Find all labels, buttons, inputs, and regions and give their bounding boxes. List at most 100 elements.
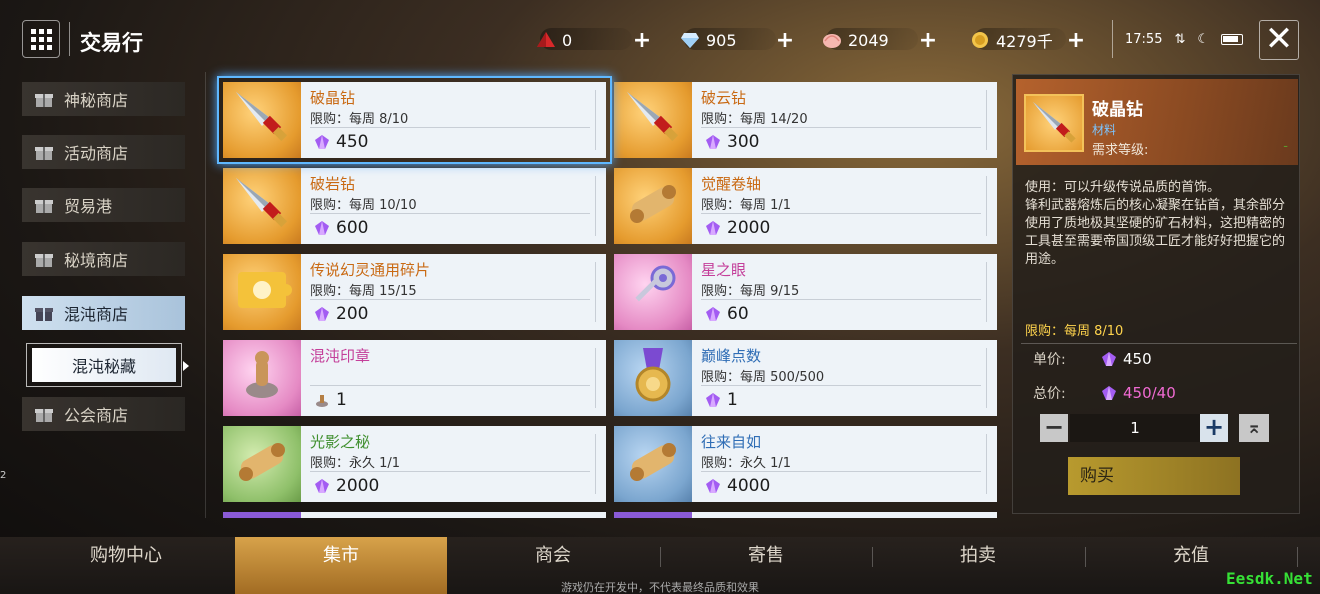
card-divider (701, 471, 981, 472)
purple-gem-icon (706, 307, 720, 321)
sidebar-item-label: 活动商店 (64, 144, 129, 163)
detail-header: 破晶钻 材料 需求等级: - (1016, 79, 1298, 165)
item-card[interactable]: 觉醒卷轴 限购：每周 1/1 2000 (614, 168, 997, 244)
item-name: 破岩钻 (310, 175, 356, 193)
item-price-value: 300 (727, 132, 760, 152)
item-name: 光影之秘 (310, 433, 371, 451)
card-scroll-bar (595, 262, 596, 322)
sidebar-item-mystery-shop[interactable]: 神秘商店 (22, 82, 185, 116)
sidebar-item-guild-shop[interactable]: 公会商店 (22, 397, 185, 431)
quantity-input[interactable]: 1 (1070, 414, 1200, 442)
currency-red-crystal: 0 (536, 28, 572, 52)
tab-auction[interactable]: 拍卖 (872, 537, 1084, 575)
purple-gem-icon (1102, 352, 1116, 366)
scroll-icon (621, 172, 685, 240)
item-price: 300 (705, 132, 759, 152)
item-thumb (223, 426, 301, 502)
item-limit: 限购：每周 9/15 (701, 284, 800, 299)
sidebar-item-label: 贸易港 (64, 197, 113, 216)
item-name: 觉醒卷轴 (701, 175, 762, 193)
card-scroll-bar (986, 434, 987, 494)
item-card[interactable]: 破云钻 限购：每周 14/20 300 (614, 82, 997, 158)
item-name: 星之眼 (701, 261, 747, 279)
gift-icon (35, 409, 53, 422)
detail-purchase-limit: 限购：每周 8/10 (1025, 324, 1124, 339)
item-name: 传说幻灵通用碎片 (310, 261, 431, 279)
item-card[interactable]: 往来自如 限购：永久 1/1 4000 (614, 426, 997, 502)
total-price: 450/40 (1123, 384, 1176, 402)
unit-price: 450 (1123, 350, 1152, 368)
scroll-icon (621, 430, 685, 498)
item-card[interactable]: 混沌印章 1 (223, 340, 606, 416)
item-price: 200 (314, 304, 368, 324)
card-divider (310, 127, 590, 128)
add-shell-button[interactable]: + (915, 27, 941, 53)
item-price-value: 1 (336, 390, 347, 410)
close-button[interactable]: ✕ (1259, 20, 1299, 60)
item-card[interactable]: 传说幻灵通用碎片 限购：每周 15/15 200 (223, 254, 606, 330)
item-price: 1 (314, 390, 347, 410)
page-title: 交易行 (80, 31, 143, 55)
sidebar-subitem-chaos-treasure[interactable]: 混沌秘藏 (26, 343, 189, 387)
item-price: 600 (314, 218, 368, 238)
detail-desc-line2: 锋利武器熔炼后的核心凝聚在钻首，其余部分使用了质地极其坚硬的矿石材料，这把精密的… (1025, 198, 1286, 267)
sidebar-item-event-shop[interactable]: 活动商店 (22, 135, 185, 169)
card-scroll-bar (986, 90, 987, 150)
add-gold-button[interactable]: + (1063, 27, 1089, 53)
sidebar-item-chaos-shop[interactable]: 混沌商店 (22, 296, 185, 330)
item-name: 破晶钻 (310, 89, 356, 107)
sidebar-item-secret-realm-shop[interactable]: 秘境商店 (22, 242, 185, 276)
item-card[interactable]: 破晶钻 限购：每周 8/10 450 (223, 82, 606, 158)
detail-level-label: 需求等级: (1092, 143, 1149, 158)
add-red-crystal-button[interactable]: + (629, 27, 655, 53)
increase-quantity-button[interactable]: + (1200, 414, 1228, 442)
max-quantity-button[interactable]: ⌅ (1239, 414, 1269, 442)
gold-coin-icon (972, 32, 988, 48)
item-card[interactable]: 星之眼限购：每周 9/15 60 (614, 254, 997, 330)
tab-chamber[interactable]: 商会 (447, 537, 659, 575)
gift-icon (35, 200, 53, 213)
detail-item-name: 破晶钻 (1092, 100, 1143, 120)
gift-icon (35, 94, 53, 107)
item-card-partial[interactable] (614, 512, 997, 518)
drill-icon (1033, 102, 1076, 143)
item-limit: 限购：每周 500/500 (701, 370, 825, 385)
currency-value: 905 (706, 30, 737, 50)
currency-value: 4279千 (996, 32, 1053, 51)
purple-gem-icon (1102, 386, 1116, 400)
item-price-value: 60 (727, 304, 749, 324)
decrease-quantity-button[interactable]: − (1040, 414, 1068, 442)
tab-consignment[interactable]: 寄售 (660, 537, 872, 575)
quantity-stepper: − 1 + (1040, 414, 1230, 442)
detail-description: 使用：可以升级传说品质的首饰。 锋利武器熔炼后的核心凝聚在钻首，其余部分使用了质… (1025, 179, 1293, 269)
drill-icon (230, 172, 294, 240)
item-card-partial[interactable] (223, 512, 606, 518)
item-price-value: 2000 (727, 218, 771, 238)
item-thumb (614, 426, 692, 502)
purple-gem-icon (706, 393, 720, 407)
item-price: 2000 (705, 218, 770, 238)
tab-shopping-center[interactable]: 购物中心 (20, 537, 232, 575)
currency-gold: 4279千 (970, 28, 1053, 52)
item-card[interactable]: 破岩钻 限购：每周 10/10 600 (223, 168, 606, 244)
clock-time: 17:55 (1125, 31, 1163, 47)
item-card[interactable]: 巅峰点数 限购：每周 500/500 1 (614, 340, 997, 416)
network-arrows-icon: ⇅ (1174, 31, 1186, 47)
item-thumb (223, 168, 301, 244)
item-price-value: 2000 (336, 476, 380, 496)
total-price-row: 总价: 450/40 (1033, 383, 1176, 403)
menu-button[interactable] (22, 20, 60, 58)
puzzle-icon (230, 258, 294, 326)
item-name: 混沌印章 (310, 347, 371, 365)
sidebar-item-label: 公会商店 (64, 406, 129, 425)
item-card[interactable]: 光影之秘 限购：永久 1/1 2000 (223, 426, 606, 502)
gift-icon (35, 147, 53, 160)
add-diamond-button[interactable]: + (772, 27, 798, 53)
card-scroll-bar (986, 176, 987, 236)
total-price-value: 450/40 (1101, 384, 1176, 402)
item-thumb (614, 254, 692, 330)
card-scroll-bar (595, 434, 596, 494)
sidebar-item-trade-port[interactable]: 贸易港 (22, 188, 185, 222)
buy-button[interactable]: 购买 (1068, 457, 1240, 495)
seal-currency-icon (316, 395, 328, 407)
